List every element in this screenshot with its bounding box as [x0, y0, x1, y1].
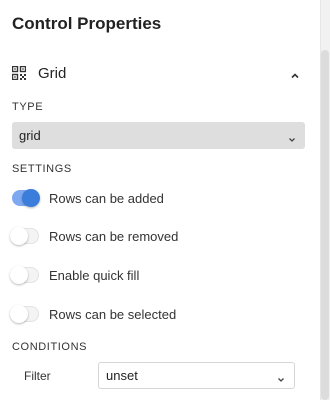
settings-label: SETTINGS: [12, 163, 72, 175]
section-label: Grid: [38, 64, 67, 82]
panel-title: Control Properties: [12, 14, 162, 33]
toggle-label: Rows can be removed: [49, 228, 179, 244]
filter-label: Filter: [24, 369, 51, 383]
toggle-row-rows-can-be-added[interactable]: Rows can be added: [12, 187, 302, 209]
toggle-label: Rows can be selected: [49, 306, 177, 322]
toggle-row-rows-can-be-removed[interactable]: Rows can be removed: [10, 225, 302, 247]
type-label: TYPE: [12, 101, 44, 113]
rows-removed-toggle[interactable]: [10, 227, 39, 245]
filter-select[interactable]: unset: [98, 362, 295, 389]
conditions-label: CONDITIONS: [12, 341, 88, 353]
control-properties-panel: Control Properties Grid TYPE grid SETTIN…: [0, 0, 320, 400]
toggle-label: Enable quick fill: [49, 267, 140, 283]
toggle-knob: [10, 227, 28, 245]
chevron-down-icon: [277, 372, 285, 382]
chevron-down-icon: [288, 132, 296, 142]
scrollbar-thumb[interactable]: [321, 50, 329, 400]
scrollbar-track[interactable]: [320, 0, 330, 400]
toggle-knob: [10, 266, 28, 284]
toggle-label: Rows can be added: [49, 190, 164, 206]
chevron-up-icon[interactable]: [290, 68, 300, 79]
rows-added-toggle[interactable]: [12, 189, 40, 207]
toggle-row-enable-quick-fill[interactable]: Enable quick fill: [10, 264, 302, 286]
type-select-value: grid: [19, 128, 41, 143]
quick-fill-toggle[interactable]: [10, 266, 39, 284]
toggle-row-rows-can-be-selected[interactable]: Rows can be selected: [10, 303, 302, 325]
type-select[interactable]: grid: [12, 122, 305, 149]
toggle-knob: [10, 305, 28, 323]
grid-section-header[interactable]: Grid: [0, 52, 320, 94]
filter-select-value: unset: [106, 368, 138, 383]
toggle-knob: [22, 189, 40, 207]
qr-grid-icon: [12, 65, 28, 81]
rows-selected-toggle[interactable]: [10, 305, 39, 323]
